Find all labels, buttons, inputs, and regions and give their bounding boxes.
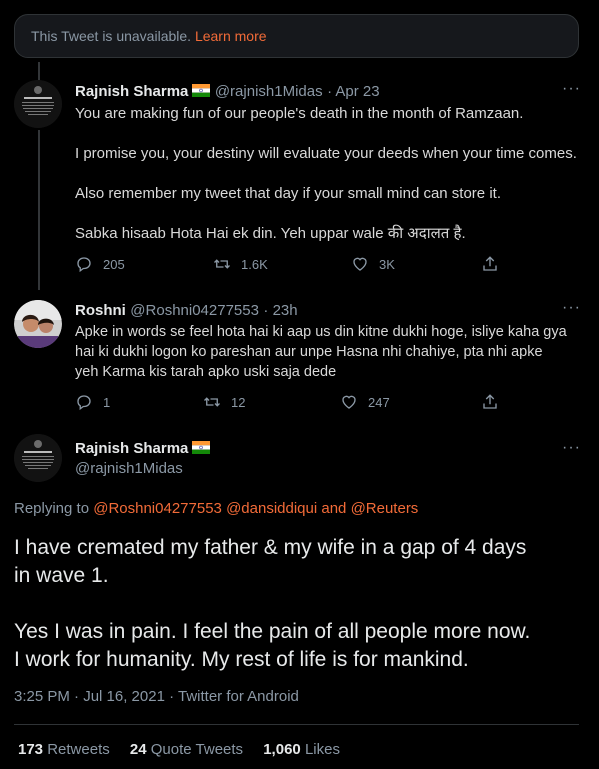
likes-count: 1,060 <box>263 741 301 758</box>
retweet-icon <box>214 259 230 269</box>
like-count: 3K <box>379 256 395 272</box>
learn-more-link[interactable]: Learn more <box>195 28 267 44</box>
heart-icon <box>353 257 367 271</box>
tweet-actions: 205 1.6K 3K <box>75 255 505 279</box>
main-tweet-text: I have cremated my father & my wife in a… <box>14 534 530 674</box>
retweet-button[interactable]: 12 <box>203 393 245 411</box>
tweet-line: in wave 1. <box>14 564 109 587</box>
tweet-line: I have cremated my father & my wife in a… <box>14 536 527 559</box>
tweet-line: yeh Karma kis tarah apko uski saja dede <box>75 364 337 380</box>
tweet-date[interactable]: · 23h <box>263 302 297 319</box>
retweet-button[interactable]: 1.6K <box>213 255 268 273</box>
reply-icon <box>77 395 91 411</box>
more-icon[interactable]: ··· <box>562 439 581 457</box>
mention-link[interactable]: @dansiddiqui <box>226 500 317 517</box>
reply-icon <box>77 257 91 273</box>
tweet-header: Rajnish Sharma @rajnish1Midas · Apr 23 <box>75 83 380 101</box>
avatar[interactable] <box>14 434 62 482</box>
retweets-label: Retweets <box>47 741 110 758</box>
quote-tweets-count: 24 <box>129 741 147 758</box>
tweet-line: I promise you, your destiny will evaluat… <box>75 145 577 162</box>
tweet-line: Apke in words se feel hota hai ki aap us… <box>75 324 567 340</box>
replying-to: Replying to @Roshni04277553 @dansiddiqui… <box>14 500 418 517</box>
more-icon[interactable]: ··· <box>562 80 581 98</box>
tweet-line: I work for humanity. My rest of life is … <box>14 648 469 671</box>
engagement-stats: 173 Retweets 24 Quote Tweets 1,060 Likes <box>18 741 356 758</box>
tweet-actions: 1 12 247 <box>75 393 505 417</box>
tweet-timestamp[interactable]: 3:25 PM · Jul 16, 2021 · Twitter for And… <box>14 688 299 705</box>
main-tweet-author: Rajnish Sharma @rajnish1Midas <box>75 440 211 477</box>
share-icon <box>483 256 497 271</box>
replying-label: Replying to <box>14 500 90 517</box>
reply-count: 1 <box>103 394 111 410</box>
avatar[interactable] <box>14 300 62 348</box>
retweets-stat[interactable]: 173 Retweets <box>18 741 110 758</box>
divider <box>14 724 579 725</box>
share-button[interactable] <box>481 255 509 273</box>
reply-button[interactable]: 1 <box>75 393 110 411</box>
tweet-line: Sabka hisaab Hota Hai ek din. Yeh uppar … <box>75 225 466 242</box>
mention-link[interactable]: @Roshni04277553 <box>93 500 222 517</box>
retweets-count: 173 <box>18 741 44 758</box>
author-name[interactable]: Roshni <box>75 302 126 319</box>
like-count: 247 <box>368 394 390 410</box>
heart-icon <box>342 395 356 409</box>
share-icon <box>483 394 497 409</box>
tweet-line: Also remember my tweet that day if your … <box>75 185 501 202</box>
likes-label: Likes <box>304 741 340 758</box>
quote-tweets-stat[interactable]: 24 Quote Tweets <box>130 741 243 758</box>
like-button[interactable]: 3K <box>351 255 395 273</box>
unavailable-tweet-banner: This Tweet is unavailable. Learn more <box>14 14 579 58</box>
and-label: and <box>321 500 347 517</box>
thread-connector-line <box>38 62 40 80</box>
share-button[interactable] <box>481 393 509 411</box>
unavailable-text: This Tweet is unavailable. <box>31 28 192 44</box>
like-button[interactable]: 247 <box>340 393 390 411</box>
quote-tweets-label: Quote Tweets <box>150 741 244 758</box>
author-handle[interactable]: @rajnish1Midas <box>215 83 323 100</box>
tweet-line: hai ki dukhi logon ko pareshan aur unpe … <box>75 344 543 360</box>
author-handle[interactable]: @Roshni04277553 <box>130 302 259 319</box>
tweet-text: You are making fun of our people's death… <box>75 104 577 244</box>
thread-connector-line <box>38 130 40 290</box>
more-icon[interactable]: ··· <box>562 299 581 317</box>
tweet-date[interactable]: · Apr 23 <box>327 83 380 100</box>
author-name[interactable]: Rajnish Sharma <box>75 440 188 457</box>
tweet-line: You are making fun of our people's death… <box>75 105 524 122</box>
retweet-count: 1.6K <box>241 256 268 272</box>
india-flag-icon <box>192 84 211 97</box>
tweet-header: Roshni @Roshni04277553 · 23h <box>75 302 298 320</box>
avatar[interactable] <box>14 80 62 128</box>
reply-button[interactable]: 205 <box>75 255 125 273</box>
retweet-icon <box>204 397 220 407</box>
retweet-count: 12 <box>231 394 246 410</box>
tweet-text: Apke in words se feel hota hai ki aap us… <box>75 322 567 382</box>
reply-count: 205 <box>103 256 125 272</box>
author-handle[interactable]: @rajnish1Midas <box>75 460 210 477</box>
india-flag-icon <box>192 441 211 454</box>
author-name[interactable]: Rajnish Sharma <box>75 83 188 100</box>
likes-stat[interactable]: 1,060 Likes <box>263 741 340 758</box>
mention-link[interactable]: @Reuters <box>351 500 419 517</box>
tweet-line: Yes I was in pain. I feel the pain of al… <box>14 620 531 643</box>
